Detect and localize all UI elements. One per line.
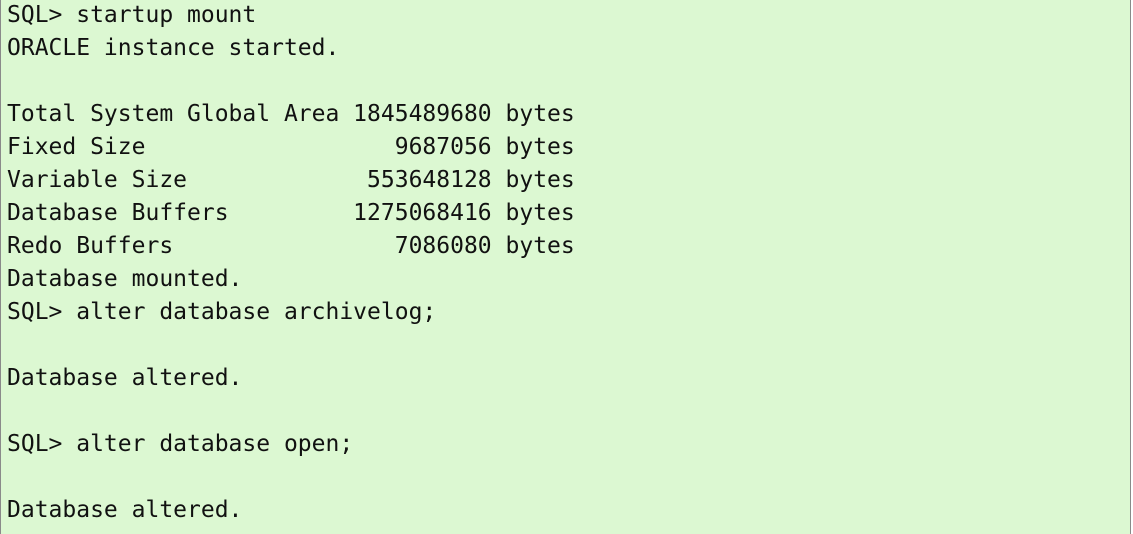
terminal-line: ORACLE instance started.: [7, 35, 340, 61]
terminal-line: Database Buffers 1275068416 bytes: [7, 200, 575, 226]
terminal-line: Total System Global Area 1845489680 byte…: [7, 101, 575, 127]
terminal-line: Database altered.: [7, 497, 243, 523]
terminal-line: Variable Size 553648128 bytes: [7, 167, 575, 193]
terminal-line: Fixed Size 9687056 bytes: [7, 134, 575, 160]
terminal-line: SQL> alter database archivelog;: [7, 299, 437, 325]
terminal-lines: SQL> startup mount ORACLE instance start…: [7, 0, 575, 527]
terminal-line: Database altered.: [7, 365, 243, 391]
terminal-line: Database mounted.: [7, 266, 243, 292]
terminal-output[interactable]: SQL> startup mount ORACLE instance start…: [0, 0, 1131, 534]
terminal-line: SQL> alter database open;: [7, 431, 354, 457]
terminal-line: SQL> startup mount: [7, 2, 257, 28]
terminal-line: Redo Buffers 7086080 bytes: [7, 233, 575, 259]
